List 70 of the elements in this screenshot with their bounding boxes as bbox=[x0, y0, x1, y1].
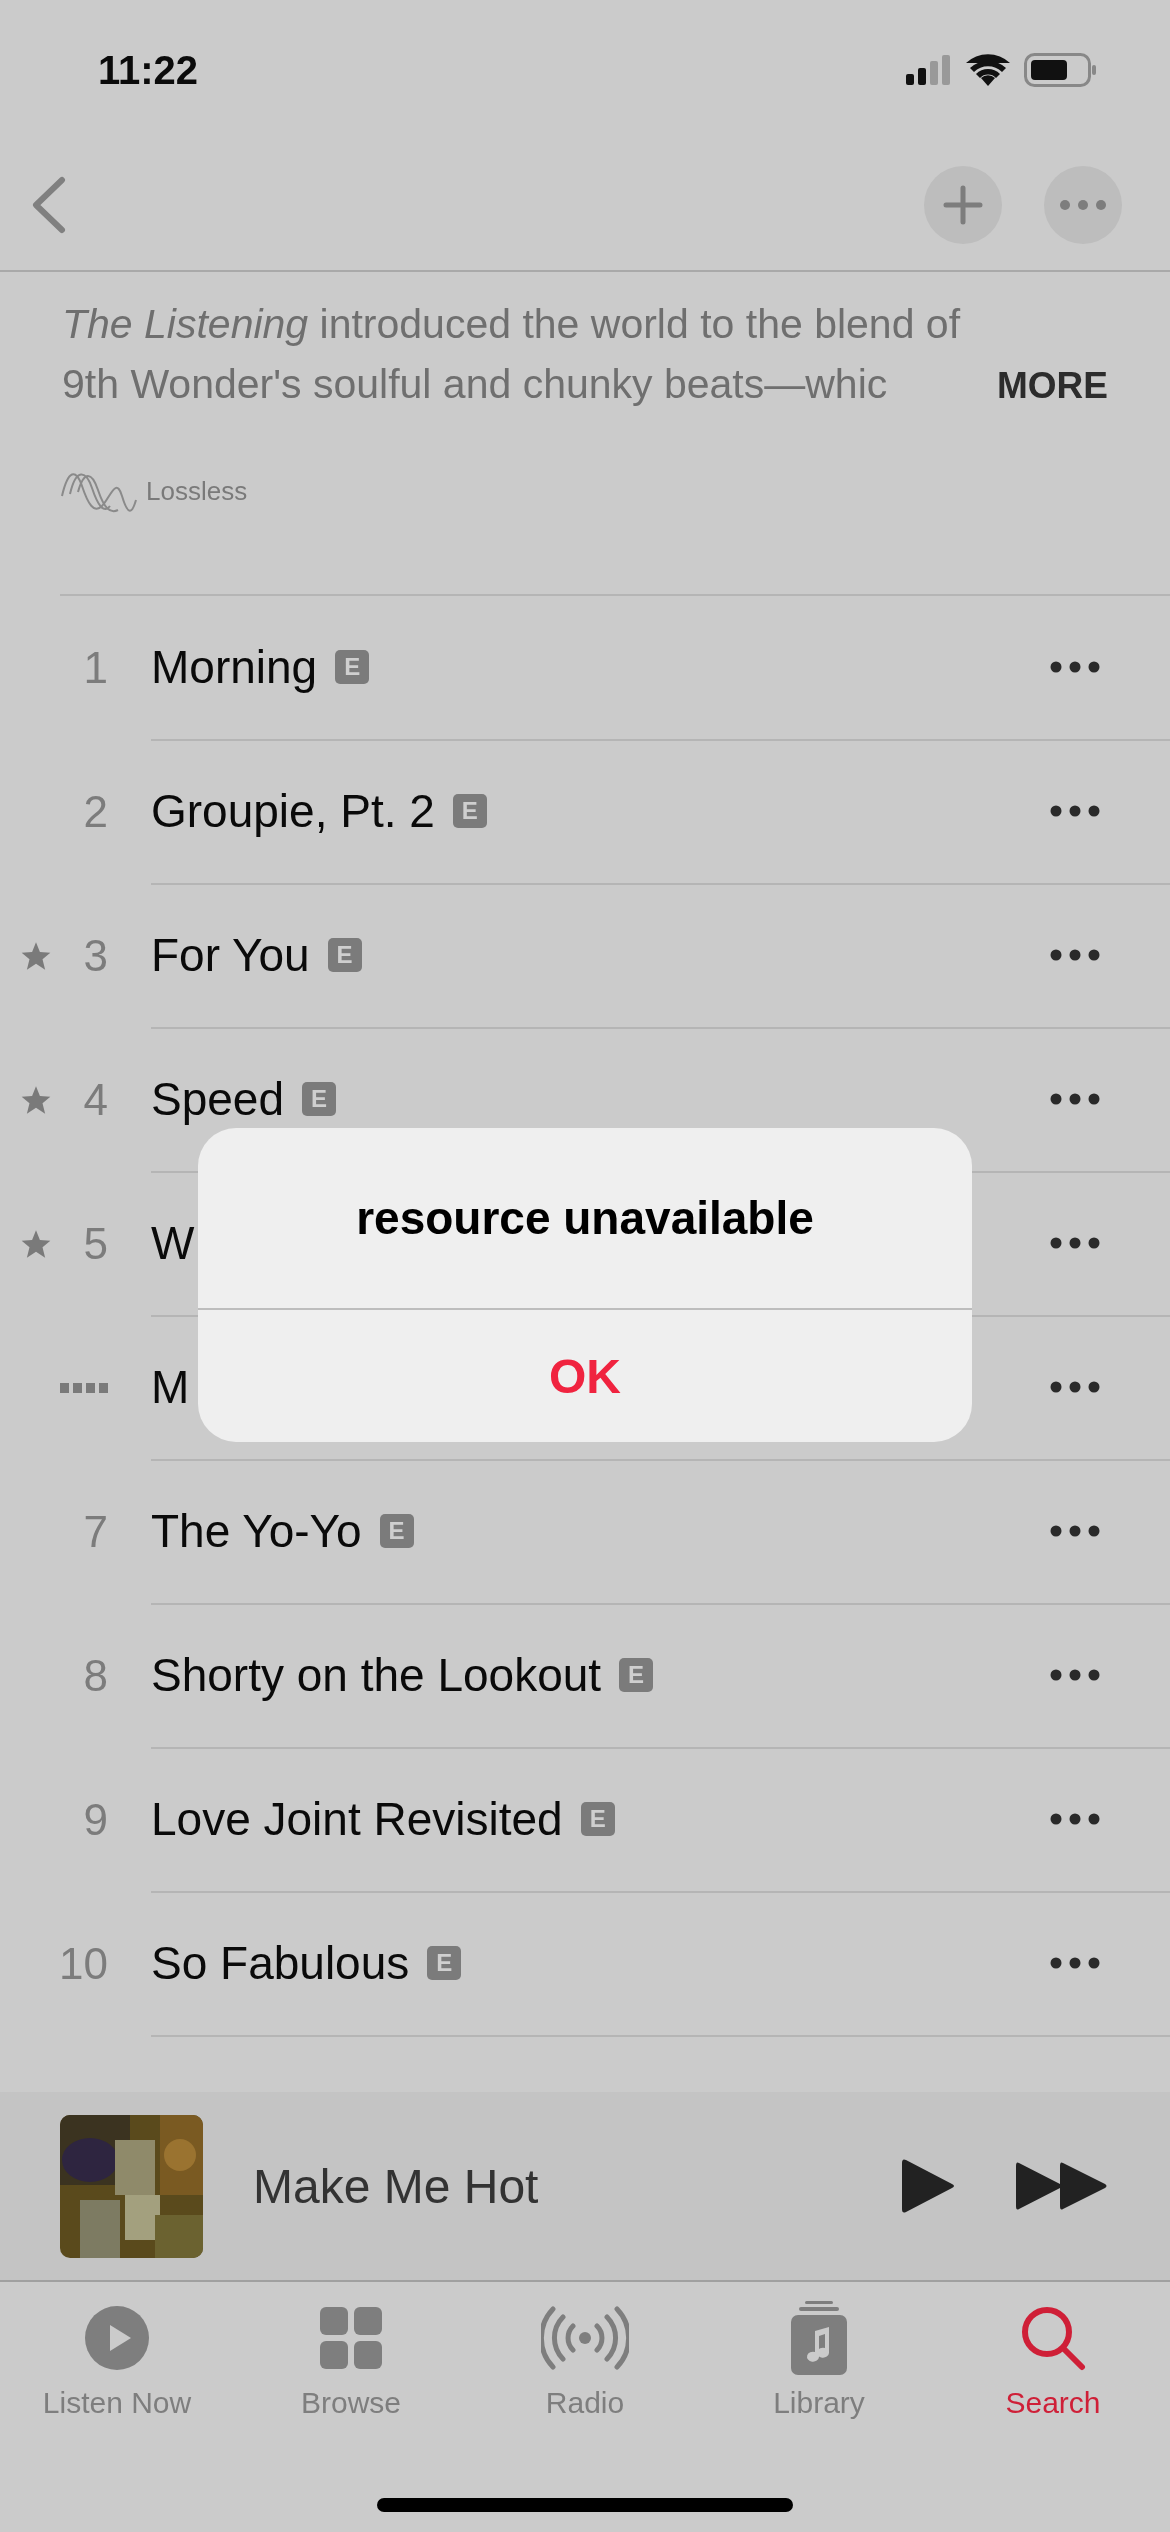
more-button[interactable] bbox=[1050, 661, 1100, 673]
track-number: 4 bbox=[83, 1075, 108, 1125]
play-icon bbox=[902, 2157, 956, 2215]
play-circle-icon bbox=[84, 2305, 150, 2371]
track-title[interactable]: Morning bbox=[151, 640, 318, 694]
more-button[interactable] bbox=[1050, 1525, 1100, 1537]
wifi-icon bbox=[966, 54, 1010, 86]
track-title[interactable]: M bbox=[151, 1360, 190, 1414]
track-number: 7 bbox=[83, 1507, 108, 1557]
more-button[interactable] bbox=[1050, 1093, 1100, 1105]
more-icon bbox=[1050, 1237, 1100, 1249]
track-number: 1 bbox=[83, 643, 108, 693]
more-button[interactable] bbox=[1050, 1957, 1100, 1969]
more-icon bbox=[1060, 200, 1106, 210]
more-button[interactable] bbox=[1050, 805, 1100, 817]
explicit-badge: E bbox=[302, 1082, 336, 1116]
track-title[interactable]: Shorty on the Lookout bbox=[151, 1648, 602, 1702]
track-title[interactable]: So Fabulous bbox=[151, 1936, 410, 1990]
more-icon bbox=[1050, 1093, 1100, 1105]
signal-icon bbox=[906, 55, 952, 85]
status-time: 11:22 bbox=[98, 47, 199, 93]
explicit-badge: E bbox=[327, 938, 362, 972]
more-icon bbox=[1050, 661, 1100, 673]
grid-icon bbox=[320, 2307, 382, 2369]
explicit-badge: E bbox=[379, 1514, 414, 1548]
lossless-label: Lossless bbox=[146, 475, 248, 507]
more-icon bbox=[1050, 1381, 1100, 1393]
explicit-badge: E bbox=[452, 794, 487, 828]
alert-title: resource unavailable bbox=[198, 1128, 972, 1310]
track-title[interactable]: Love Joint Revisited bbox=[151, 1792, 563, 1846]
track-number: 8 bbox=[83, 1651, 108, 1701]
more-icon bbox=[1050, 805, 1100, 817]
description-text: The Listening introduced the world to the blend of bbox=[62, 300, 962, 349]
battery-icon bbox=[1024, 53, 1098, 87]
broadcast-icon bbox=[541, 2305, 629, 2371]
track-title[interactable]: W bbox=[151, 1216, 195, 1270]
explicit-badge: E bbox=[619, 1658, 654, 1692]
more-icon bbox=[1050, 1525, 1100, 1537]
ok-button[interactable]: OK bbox=[198, 1310, 972, 1442]
explicit-badge: E bbox=[580, 1802, 615, 1836]
description-text: 9th Wonder's soulful and chunky beats—whic bbox=[62, 360, 888, 409]
more-icon bbox=[1050, 1957, 1100, 1969]
more-icon bbox=[1050, 1813, 1100, 1825]
track-title[interactable]: The Yo-Yo bbox=[151, 1504, 362, 1558]
song-title: Make Me Hot bbox=[253, 2158, 540, 2214]
more-button[interactable] bbox=[1050, 949, 1100, 961]
track-number: 2 bbox=[83, 787, 108, 837]
track-number: 9 bbox=[83, 1795, 108, 1845]
explicit-badge: E bbox=[335, 650, 370, 684]
music-library-icon bbox=[791, 2301, 847, 2375]
track-number: 3 bbox=[83, 931, 108, 981]
track-number: 10 bbox=[59, 1939, 108, 1989]
explicit-badge: E bbox=[427, 1946, 462, 1980]
more-button[interactable]: MORE bbox=[997, 365, 1108, 407]
more-button[interactable] bbox=[1050, 1381, 1100, 1393]
more-button[interactable] bbox=[1050, 1237, 1100, 1249]
more-button[interactable] bbox=[1050, 1813, 1100, 1825]
plus-icon bbox=[943, 185, 983, 225]
fast-forward-icon bbox=[1016, 2161, 1108, 2211]
more-icon bbox=[1050, 949, 1100, 961]
now-playing-icon bbox=[60, 1383, 108, 1393]
track-number: 5 bbox=[83, 1219, 108, 1269]
track-title[interactable]: Speed bbox=[151, 1072, 284, 1126]
more-button[interactable] bbox=[1050, 1669, 1100, 1681]
track-title[interactable]: Groupie, Pt. 2 bbox=[151, 784, 435, 838]
search-icon bbox=[1020, 2305, 1086, 2371]
more-icon bbox=[1050, 1669, 1100, 1681]
play-button[interactable] bbox=[902, 2157, 956, 2215]
forward-button[interactable] bbox=[1016, 2161, 1108, 2211]
track-title[interactable]: For You bbox=[151, 928, 310, 982]
